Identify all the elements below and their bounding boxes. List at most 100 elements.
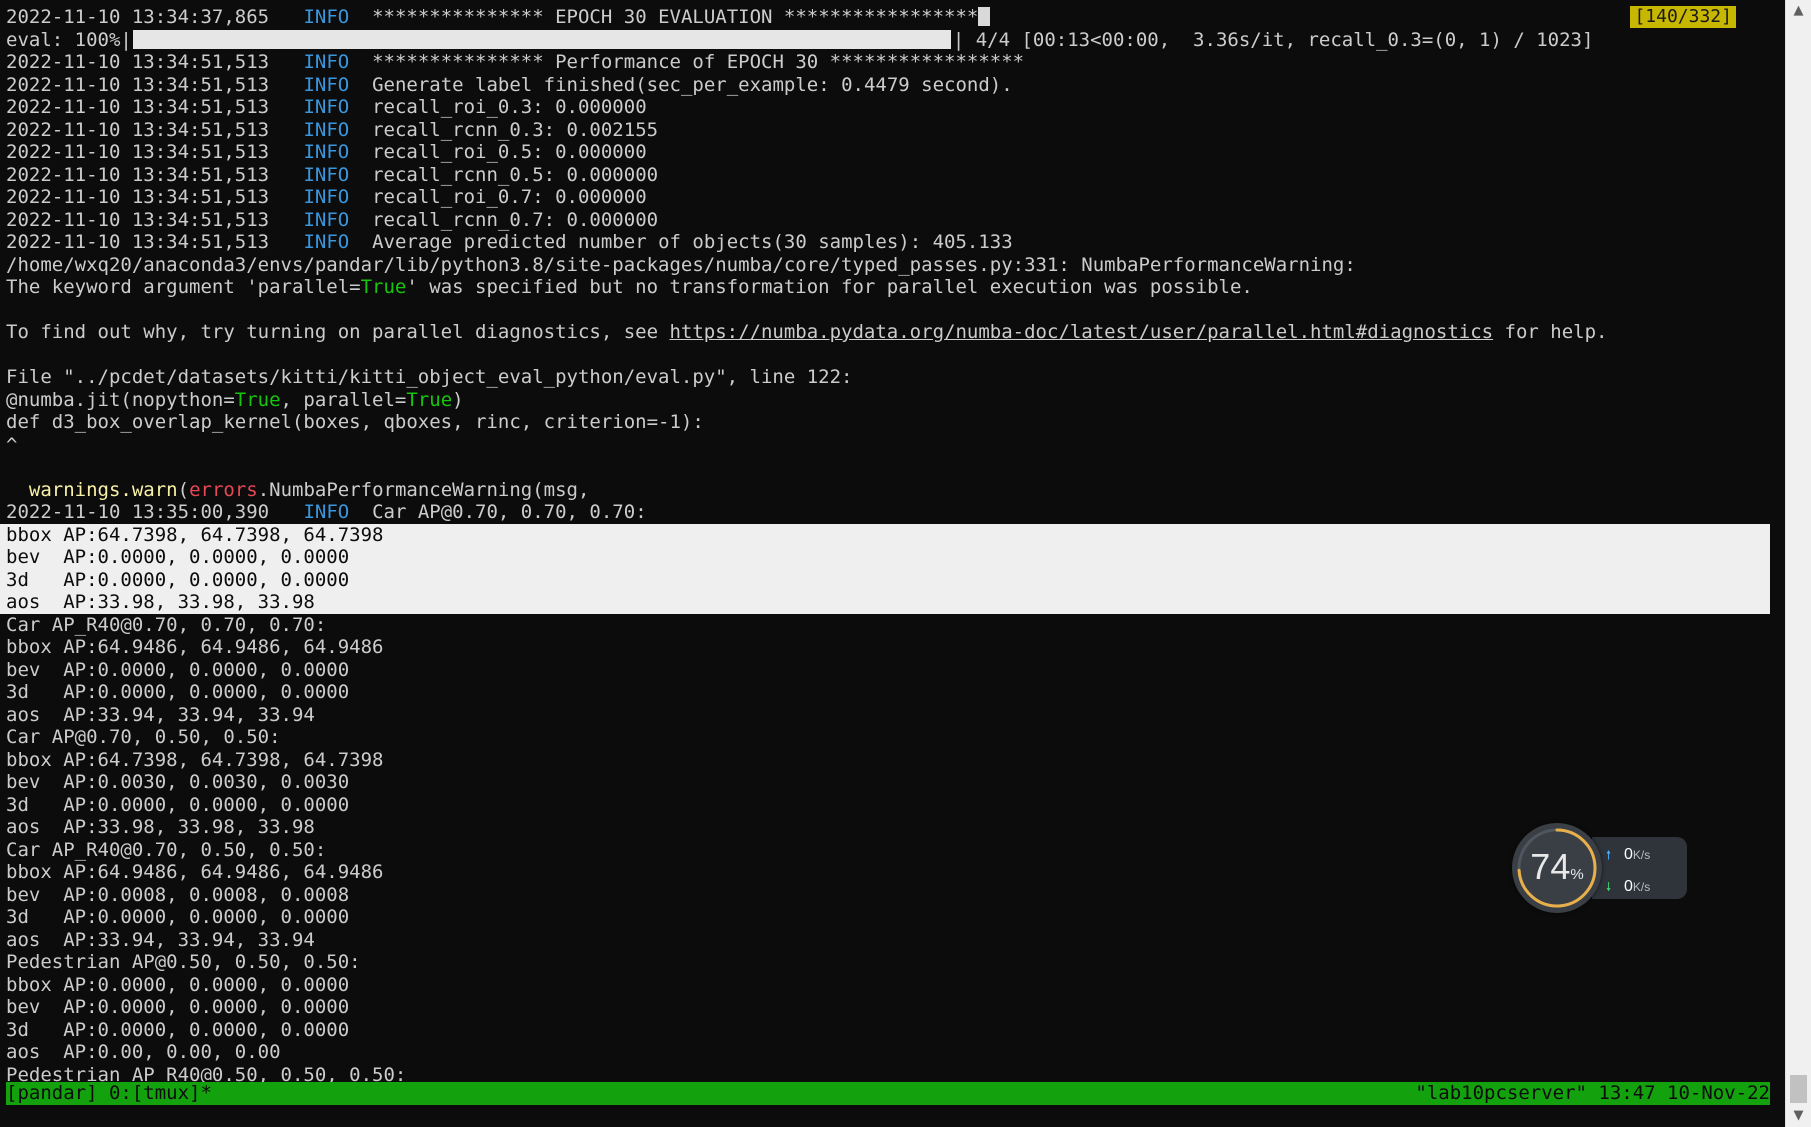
terminal-line[interactable]: aos AP:0.00, 0.00, 0.00 [6,1041,1766,1064]
log-level: INFO [303,73,350,96]
log-level: INFO [303,163,350,186]
log-message: Car AP@0.70, 0.70, 0.70: [372,501,647,523]
log-message: *************** Performance of EPOCH 30 … [372,51,1025,73]
text-cursor [978,7,991,26]
log-message: *************** EPOCH 30 EVALUATION ****… [372,6,979,28]
log-timestamp: 2022-11-10 13:34:51,513 [6,208,281,231]
line-text: Pedestrian AP@0.50, 0.50, 0.50: [6,951,361,973]
terminal-line[interactable] [6,456,1766,479]
scrollbar-thumb[interactable] [1790,1075,1807,1103]
terminal-line[interactable]: 2022-11-10 13:34:51,513 INFO recall_roi_… [6,141,1766,164]
terminal-line[interactable]: ^ [6,434,1766,457]
log-timestamp: 2022-11-10 13:34:51,513 [6,163,281,186]
line-segment: for help. [1493,321,1608,343]
line-segment: ( [177,478,190,501]
line-text: /home/wxq20/anaconda3/envs/pandar/lib/py… [6,253,1356,276]
cpu-gauge[interactable]: 74% [1512,823,1602,913]
terminal-line[interactable]: aos AP:33.94, 33.94, 33.94 [6,704,1766,727]
terminal-line[interactable]: eval: 100%| | 4/4 [00:13<00:00, 3.36s/it,… [6,29,1766,52]
log-level: INFO [303,501,350,523]
terminal-line[interactable]: 2022-11-10 13:34:51,513 INFO Generate la… [6,74,1766,97]
terminal-line-selected[interactable]: aos AP:33.98, 33.98, 33.98 [0,591,1770,614]
terminal-line[interactable]: 2022-11-10 13:34:37,865 INFO ***********… [6,6,1766,29]
line-text: bbox AP:0.0000, 0.0000, 0.0000 [6,973,350,996]
terminal-line[interactable]: bev AP:0.0000, 0.0000, 0.0000 [6,996,1766,1019]
terminal-line[interactable] [6,299,1766,322]
line-segment: True [360,276,407,298]
line-segment: True [234,388,281,411]
cpu-usage-value: 74 [1530,846,1571,887]
line-text: bev AP:0.0008, 0.0008, 0.0008 [6,883,350,906]
log-message: Generate label finished(sec_per_example:… [372,73,1013,96]
terminal-line[interactable]: Pedestrian AP@0.50, 0.50, 0.50: [6,951,1766,974]
line-segment: ' was specified but no transformation fo… [406,276,1253,298]
terminal-line[interactable]: 2022-11-10 13:34:51,513 INFO recall_roi_… [6,186,1766,209]
log-level: INFO [303,186,350,208]
line-text: aos AP:33.98, 33.98, 33.98 [6,816,315,838]
terminal-line[interactable]: bev AP:0.0000, 0.0000, 0.0000 [6,659,1766,682]
line-segment: , parallel= [280,388,407,411]
terminal-line[interactable]: Car AP@0.70, 0.50, 0.50: [6,726,1766,749]
upload-value: 0 [1624,846,1633,863]
network-speed-panel: 🠕 0K/s 🠗 0K/s [1592,837,1687,899]
terminal-line[interactable]: bbox AP:64.9486, 64.9486, 64.9486 [6,636,1766,659]
terminal-line[interactable]: 3d AP:0.0000, 0.0000, 0.0000 [6,681,1766,704]
terminal-output[interactable]: 2022-11-10 13:34:37,865 INFO ***********… [0,6,1770,1086]
line-text: ^ [6,433,18,456]
terminal-line[interactable]: def d3_box_overlap_kernel(boxes, qboxes,… [6,411,1766,434]
terminal-line[interactable]: bev AP:0.0008, 0.0008, 0.0008 [6,884,1766,907]
terminal-line[interactable]: 2022-11-10 13:34:51,513 INFO recall_rcnn… [6,119,1766,142]
terminal-line-selected[interactable]: bbox AP:64.7398, 64.7398, 64.7398 [0,523,1770,546]
tmux-session-label[interactable]: [pandar] 0:[tmux]* [6,1082,212,1105]
log-level: INFO [303,141,350,163]
terminal-line[interactable]: 2022-11-10 13:34:51,513 INFO Average pre… [6,231,1766,254]
log-timestamp: 2022-11-10 13:34:51,513 [6,73,281,96]
upload-unit: K/s [1632,848,1651,862]
terminal-line[interactable]: To find out why, try turning on parallel… [6,321,1766,344]
terminal-line[interactable] [6,344,1766,367]
terminal-line[interactable]: 2022-11-10 13:34:51,513 INFO recall_rcnn… [6,164,1766,187]
upload-arrow-icon: 🠕 [1606,848,1612,862]
line-text: Car AP_R40@0.70, 0.50, 0.50: [6,838,327,861]
terminal-line[interactable]: /home/wxq20/anaconda3/envs/pandar/lib/py… [6,254,1766,277]
terminal-line[interactable]: aos AP:33.94, 33.94, 33.94 [6,929,1766,952]
terminal-line[interactable]: 2022-11-10 13:34:51,513 INFO recall_roi_… [6,96,1766,119]
terminal-line[interactable]: 2022-11-10 13:34:51,513 INFO ***********… [6,51,1766,74]
line-segment: errors [189,478,258,501]
system-monitor-widget[interactable]: 🠕 0K/s 🠗 0K/s 74% [1512,823,1687,913]
terminal-line[interactable]: bev AP:0.0030, 0.0030, 0.0030 [6,771,1766,794]
log-message: recall_roi_0.5: 0.000000 [372,141,647,163]
terminal-line[interactable]: aos AP:33.98, 33.98, 33.98 [6,816,1766,839]
line-text: bev AP:0.0000, 0.0000, 0.0000 [6,658,350,681]
help-link[interactable]: https://numba.pydata.org/numba-doc/lates… [669,321,1493,343]
terminal-line[interactable]: 3d AP:0.0000, 0.0000, 0.0000 [6,794,1766,817]
terminal-line[interactable]: warnings.warn(errors.NumbaPerformanceWar… [6,479,1766,502]
terminal-line[interactable]: Car AP_R40@0.70, 0.50, 0.50: [6,839,1766,862]
line-text: 3d AP:0.0000, 0.0000, 0.0000 [6,681,350,703]
terminal-line-selected[interactable]: bev AP:0.0000, 0.0000, 0.0000 [0,546,1770,569]
vertical-scrollbar[interactable]: ▲ ▼ [1785,0,1811,1127]
terminal-line-selected[interactable]: 3d AP:0.0000, 0.0000, 0.0000 [0,568,1770,591]
terminal-line[interactable]: 2022-11-10 13:34:51,513 INFO recall_rcnn… [6,209,1766,232]
terminal-line[interactable]: Car AP_R40@0.70, 0.70, 0.70: [6,614,1766,637]
terminal-line[interactable]: 3d AP:0.0000, 0.0000, 0.0000 [6,1019,1766,1042]
terminal-line[interactable]: bbox AP:64.7398, 64.7398, 64.7398 [6,749,1766,772]
terminal-line[interactable]: @numba.jit(nopython=True, parallel=True) [6,389,1766,412]
log-message: recall_roi_0.7: 0.000000 [372,186,647,208]
log-timestamp: 2022-11-10 13:34:51,513 [6,118,281,141]
log-level: INFO [303,231,350,253]
line-text: 3d AP:0.0000, 0.0000, 0.0000 [6,906,350,928]
terminal-line[interactable]: bbox AP:0.0000, 0.0000, 0.0000 [6,974,1766,997]
terminal-line[interactable]: File "../pcdet/datasets/kitti/kitti_obje… [6,366,1766,389]
tmux-host-clock: "lab10pcserver" 13:47 10-Nov-22 [1415,1082,1770,1104]
terminal-line[interactable]: bbox AP:64.9486, 64.9486, 64.9486 [6,861,1766,884]
terminal-line[interactable]: 2022-11-10 13:35:00,390 INFO Car AP@0.70… [6,501,1766,524]
scroll-down-arrow-icon[interactable]: ▼ [1786,1105,1811,1127]
scroll-up-arrow-icon[interactable]: ▲ [1786,0,1811,22]
terminal-line[interactable]: 3d AP:0.0000, 0.0000, 0.0000 [6,906,1766,929]
log-message: Average predicted number of objects(30 s… [372,231,1013,253]
scroll-position-indicator: [140/332] [1630,6,1736,28]
terminal-line[interactable]: The keyword argument 'parallel=True' was… [6,276,1766,299]
terminal-window[interactable]: 2022-11-10 13:34:37,865 INFO ***********… [0,0,1786,1127]
download-arrow-icon: 🠗 [1606,880,1612,894]
